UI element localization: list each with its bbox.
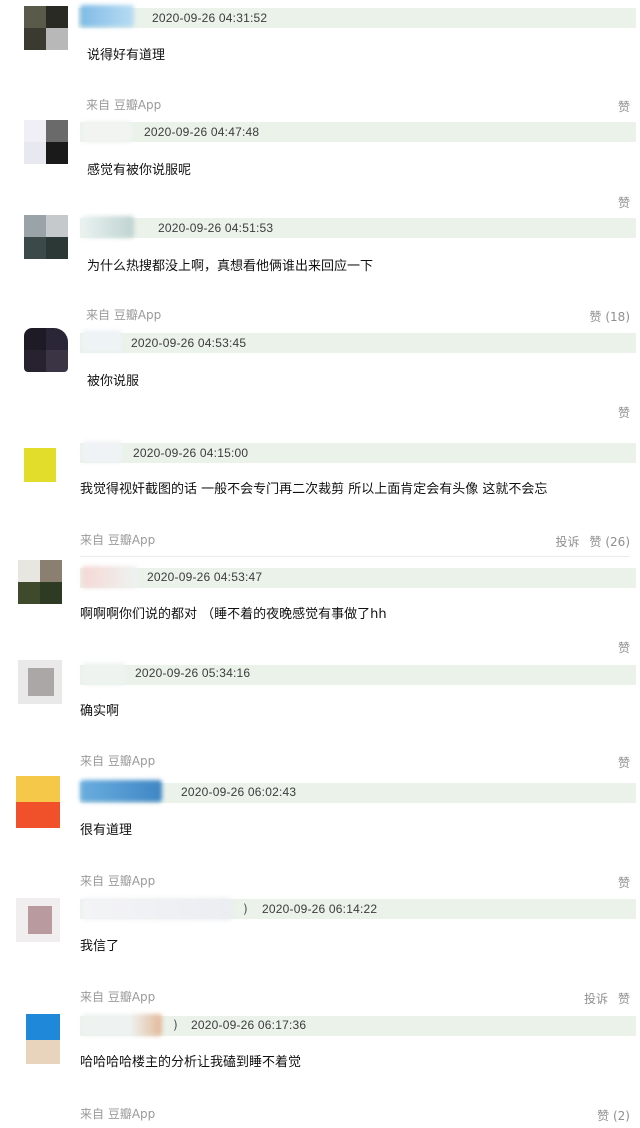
comment-actions: 赞 <box>618 194 630 211</box>
like-button[interactable]: 赞 <box>618 754 630 771</box>
comment-actions: 赞 <box>618 404 630 421</box>
avatar[interactable] <box>24 215 68 259</box>
comment-actions: 赞 <box>618 754 630 771</box>
username[interactable] <box>82 330 122 352</box>
like-button[interactable]: 赞 <box>618 990 630 1007</box>
comment-timestamp: 2020-09-26 06:02:43 <box>181 785 297 799</box>
comment-actions: 赞 <box>618 639 630 656</box>
comment-source: 来自 豆瓣App <box>86 308 162 322</box>
comment-text: 为什么热搜都没上啊，真想看他俩谁出来回应一下 <box>87 259 374 274</box>
comment-source: 来自 豆瓣App <box>86 98 162 112</box>
comment-source: 来自 豆瓣App <box>80 533 156 547</box>
report-button[interactable]: 投诉 <box>584 990 608 1007</box>
comment-timestamp: 2020-09-26 04:15:00 <box>133 446 249 460</box>
comment-text: 感觉有被你说服呢 <box>87 163 192 178</box>
comment-timestamp: 2020-09-26 06:14:22 <box>262 902 378 916</box>
avatar[interactable] <box>16 776 60 828</box>
comment-actions: 赞 (2) <box>597 1107 630 1124</box>
username[interactable] <box>82 121 132 143</box>
comment-source: 来自 豆瓣App <box>80 990 156 1004</box>
avatar[interactable] <box>18 560 62 604</box>
comment-text: 很有道理 <box>80 823 133 838</box>
comment-text: 说得好有道理 <box>87 48 166 63</box>
like-button[interactable]: 赞 <box>618 639 630 656</box>
comment-actions: 赞 (18) <box>590 308 630 325</box>
comment-source: 来自 豆瓣App <box>80 1107 156 1121</box>
comment-timestamp: 2020-09-26 04:53:45 <box>131 336 247 350</box>
username[interactable] <box>82 441 122 463</box>
like-button[interactable]: 赞 <box>618 874 630 891</box>
comment-text: 我觉得视奸截图的话 一般不会专门再二次裁剪 所以上面肯定会有头像 这就不会忘 <box>80 482 548 497</box>
divider <box>80 556 630 557</box>
like-button[interactable]: 赞 <box>618 98 630 115</box>
comment-actions: 赞 <box>618 874 630 891</box>
comment-actions: 赞 <box>618 98 630 115</box>
avatar[interactable] <box>16 898 60 942</box>
username[interactable] <box>82 216 134 238</box>
comment-text: 被你说服 <box>87 374 140 389</box>
like-button[interactable]: 赞 (18) <box>590 308 630 325</box>
username[interactable] <box>82 663 126 685</box>
avatar[interactable] <box>24 120 68 164</box>
comment-meta-bar <box>80 783 636 803</box>
avatar[interactable] <box>16 1014 60 1064</box>
comment-actions: 投诉 赞 (26) <box>556 533 630 550</box>
like-button[interactable]: 赞 (2) <box>597 1107 630 1124</box>
username-paren: ) <box>243 902 248 916</box>
like-button[interactable]: 赞 (26) <box>590 533 630 550</box>
comment-timestamp: 2020-09-26 05:34:16 <box>135 666 251 680</box>
comment-source: 来自 豆瓣App <box>80 874 156 888</box>
comment-source: 来自 豆瓣App <box>80 754 156 768</box>
like-button[interactable]: 赞 <box>618 194 630 211</box>
comment-text: 啊啊啊你们说的都对 （睡不着的夜晚感觉有事做了hh <box>80 607 387 622</box>
comment-text: 我信了 <box>80 939 120 954</box>
avatar[interactable] <box>24 6 68 50</box>
username-paren: ) <box>173 1018 178 1032</box>
username[interactable] <box>80 780 162 802</box>
username[interactable] <box>82 566 138 588</box>
comment-timestamp: 2020-09-26 04:31:52 <box>152 11 268 25</box>
comment-timestamp: 2020-09-26 06:17:36 <box>191 1018 307 1032</box>
username[interactable] <box>80 5 134 27</box>
username[interactable] <box>82 898 232 920</box>
comment-meta-bar <box>80 1016 636 1036</box>
like-button[interactable]: 赞 <box>618 404 630 421</box>
comment-text: 确实啊 <box>80 704 120 719</box>
comment-timestamp: 2020-09-26 04:53:47 <box>147 570 263 584</box>
avatar[interactable] <box>24 328 68 372</box>
comment-text: 哈哈哈哈楼主的分析让我磕到睡不着觉 <box>80 1055 302 1070</box>
comment-actions: 投诉 赞 <box>584 990 630 1007</box>
avatar[interactable] <box>24 448 56 482</box>
comment-timestamp: 2020-09-26 04:47:48 <box>144 125 260 139</box>
username[interactable] <box>82 1014 162 1036</box>
report-button[interactable]: 投诉 <box>556 533 580 550</box>
avatar[interactable] <box>18 660 62 704</box>
comment-timestamp: 2020-09-26 04:51:53 <box>158 221 274 235</box>
